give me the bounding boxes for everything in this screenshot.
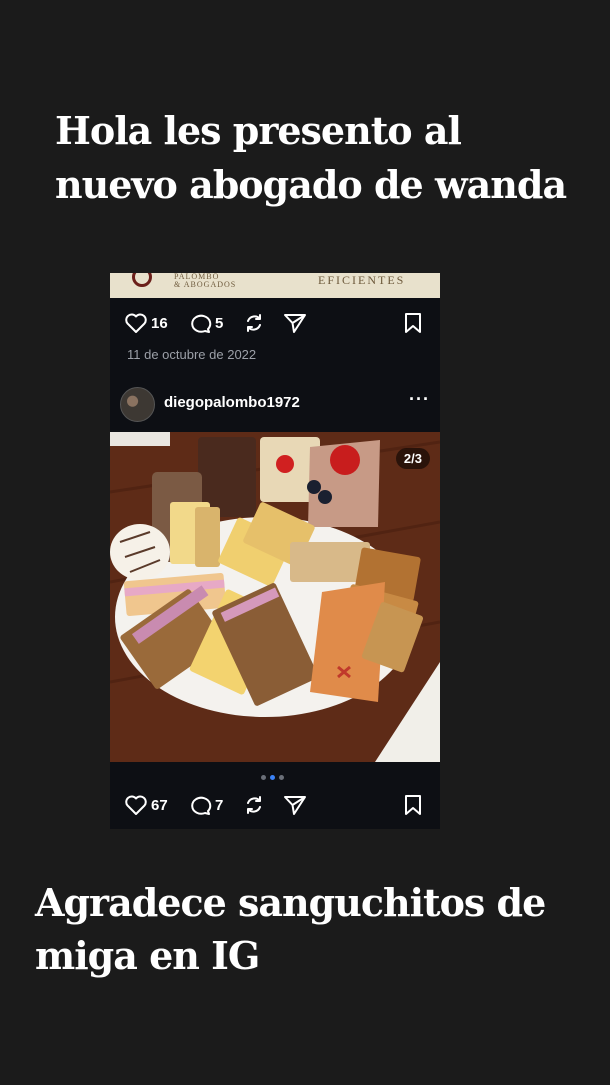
like-button[interactable]: 16 — [124, 312, 168, 334]
post-actions-top: 16 5 — [110, 308, 440, 338]
post-photo[interactable]: 2/3 — [110, 432, 440, 762]
carousel-dot-2 — [270, 775, 275, 780]
comment-count: 5 — [215, 314, 224, 332]
save-button[interactable] — [402, 312, 424, 334]
story-headline: Hola les presento al nuevo abogado de wa… — [55, 108, 567, 207]
share-icon — [284, 796, 306, 815]
post-actions-bottom: 67 7 — [110, 790, 440, 820]
carousel-dots — [261, 775, 284, 780]
firm-logo — [132, 273, 152, 287]
firm-name-line2: & ABOGADOS — [174, 280, 237, 289]
comment-count: 7 — [215, 796, 224, 814]
firm-name: PALOMBO & ABOGADOS — [174, 273, 236, 289]
carousel-dot-3 — [279, 775, 284, 780]
carousel-counter: 2/3 — [395, 448, 430, 469]
bookmark-icon — [405, 795, 421, 815]
save-button[interactable] — [402, 794, 424, 816]
food-plate-image — [110, 432, 440, 762]
like-button[interactable]: 67 — [124, 794, 168, 816]
comment-button[interactable]: 7 — [188, 794, 223, 816]
post-author[interactable]: diegopalombo1972 ··· — [120, 387, 430, 422]
post-screenshot: PALOMBO & ABOGADOS EFICIENTES 16 5 11 de… — [110, 273, 440, 829]
firm-tagline: EFICIENTES — [318, 273, 406, 287]
heart-icon — [125, 313, 147, 333]
comment-icon — [191, 796, 212, 815]
carousel-dot-1 — [261, 775, 266, 780]
share-button[interactable] — [283, 312, 307, 334]
share-button[interactable] — [283, 794, 307, 816]
share-icon — [284, 314, 306, 333]
more-options-button[interactable]: ··· — [409, 389, 430, 410]
story-caption: Agradece sanguchitos de miga en IG — [35, 880, 546, 978]
repost-button[interactable] — [242, 312, 266, 334]
repost-icon — [247, 314, 261, 332]
like-count: 67 — [151, 796, 168, 814]
repost-button[interactable] — [242, 794, 266, 816]
author-username[interactable]: diegopalombo1972 — [164, 394, 300, 411]
like-count: 16 — [151, 314, 168, 332]
bookmark-icon — [405, 313, 421, 333]
comment-button[interactable]: 5 — [188, 312, 223, 334]
avatar[interactable] — [120, 387, 155, 422]
heart-icon — [125, 795, 147, 815]
comment-icon — [191, 314, 212, 333]
post-date: 11 de octubre de 2022 — [127, 347, 257, 362]
post-banner: PALOMBO & ABOGADOS EFICIENTES — [110, 273, 440, 298]
repost-icon — [247, 796, 261, 814]
